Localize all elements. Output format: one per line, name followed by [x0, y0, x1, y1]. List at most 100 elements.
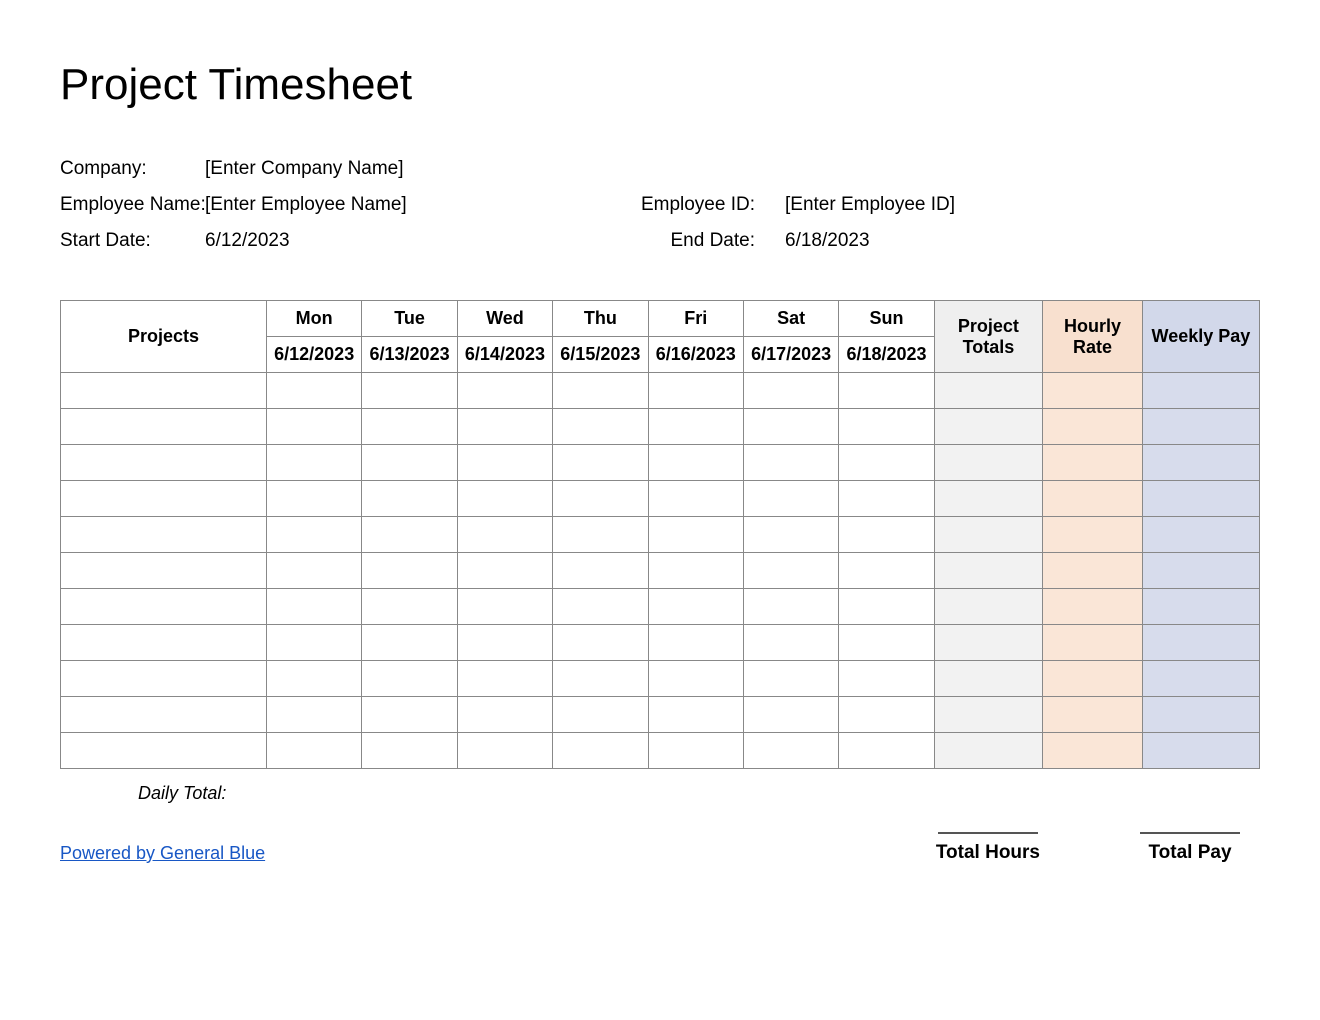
hours-cell[interactable] — [362, 697, 457, 733]
hours-cell[interactable] — [457, 589, 552, 625]
hours-cell[interactable] — [553, 409, 648, 445]
hours-cell[interactable] — [839, 481, 934, 517]
hours-cell[interactable] — [266, 409, 361, 445]
project-name-cell[interactable] — [61, 445, 267, 481]
project-name-cell[interactable] — [61, 589, 267, 625]
hours-cell[interactable] — [553, 697, 648, 733]
hours-cell[interactable] — [553, 625, 648, 661]
hourly-rate-cell[interactable] — [1043, 373, 1143, 409]
project-name-cell[interactable] — [61, 517, 267, 553]
hours-cell[interactable] — [648, 697, 743, 733]
hours-cell[interactable] — [839, 445, 934, 481]
hourly-rate-cell[interactable] — [1043, 445, 1143, 481]
hours-cell[interactable] — [648, 589, 743, 625]
project-name-cell[interactable] — [61, 697, 267, 733]
hourly-rate-cell[interactable] — [1043, 589, 1143, 625]
hours-cell[interactable] — [362, 373, 457, 409]
hours-cell[interactable] — [743, 625, 838, 661]
project-name-cell[interactable] — [61, 625, 267, 661]
hours-cell[interactable] — [266, 481, 361, 517]
hours-cell[interactable] — [362, 625, 457, 661]
hourly-rate-cell[interactable] — [1043, 409, 1143, 445]
project-name-cell[interactable] — [61, 661, 267, 697]
hours-cell[interactable] — [457, 553, 552, 589]
hours-cell[interactable] — [362, 409, 457, 445]
hours-cell[interactable] — [553, 517, 648, 553]
project-name-cell[interactable] — [61, 373, 267, 409]
hours-cell[interactable] — [648, 409, 743, 445]
hours-cell[interactable] — [553, 481, 648, 517]
hours-cell[interactable] — [648, 445, 743, 481]
hours-cell[interactable] — [266, 697, 361, 733]
hourly-rate-cell[interactable] — [1043, 697, 1143, 733]
hourly-rate-cell[interactable] — [1043, 553, 1143, 589]
hours-cell[interactable] — [266, 445, 361, 481]
hours-cell[interactable] — [839, 517, 934, 553]
hours-cell[interactable] — [648, 733, 743, 769]
hours-cell[interactable] — [362, 517, 457, 553]
hours-cell[interactable] — [743, 481, 838, 517]
hours-cell[interactable] — [839, 409, 934, 445]
hourly-rate-cell[interactable] — [1043, 661, 1143, 697]
project-name-cell[interactable] — [61, 553, 267, 589]
hours-cell[interactable] — [266, 625, 361, 661]
hours-cell[interactable] — [266, 589, 361, 625]
hours-cell[interactable] — [648, 517, 743, 553]
hours-cell[interactable] — [743, 553, 838, 589]
hours-cell[interactable] — [457, 409, 552, 445]
hours-cell[interactable] — [266, 733, 361, 769]
hours-cell[interactable] — [457, 517, 552, 553]
hours-cell[interactable] — [839, 589, 934, 625]
hours-cell[interactable] — [362, 481, 457, 517]
hours-cell[interactable] — [648, 553, 743, 589]
hours-cell[interactable] — [457, 625, 552, 661]
hours-cell[interactable] — [743, 661, 838, 697]
hours-cell[interactable] — [743, 445, 838, 481]
hours-cell[interactable] — [553, 661, 648, 697]
hours-cell[interactable] — [648, 661, 743, 697]
hours-cell[interactable] — [266, 661, 361, 697]
hours-cell[interactable] — [553, 589, 648, 625]
hours-cell[interactable] — [743, 733, 838, 769]
hours-cell[interactable] — [839, 733, 934, 769]
hours-cell[interactable] — [457, 445, 552, 481]
project-name-cell[interactable] — [61, 733, 267, 769]
hours-cell[interactable] — [457, 373, 552, 409]
hourly-rate-cell[interactable] — [1043, 625, 1143, 661]
hours-cell[interactable] — [362, 445, 457, 481]
hours-cell[interactable] — [839, 553, 934, 589]
hours-cell[interactable] — [743, 409, 838, 445]
hours-cell[interactable] — [553, 373, 648, 409]
hours-cell[interactable] — [743, 589, 838, 625]
hours-cell[interactable] — [553, 445, 648, 481]
hours-cell[interactable] — [839, 661, 934, 697]
hours-cell[interactable] — [266, 373, 361, 409]
project-name-cell[interactable] — [61, 481, 267, 517]
hours-cell[interactable] — [839, 697, 934, 733]
hours-cell[interactable] — [743, 697, 838, 733]
hours-cell[interactable] — [648, 625, 743, 661]
hours-cell[interactable] — [457, 481, 552, 517]
hours-cell[interactable] — [743, 373, 838, 409]
hours-cell[interactable] — [648, 481, 743, 517]
hours-cell[interactable] — [457, 733, 552, 769]
hours-cell[interactable] — [362, 589, 457, 625]
hours-cell[interactable] — [362, 553, 457, 589]
hours-cell[interactable] — [266, 517, 361, 553]
hours-cell[interactable] — [457, 661, 552, 697]
project-name-cell[interactable] — [61, 409, 267, 445]
hours-cell[interactable] — [362, 661, 457, 697]
hours-cell[interactable] — [839, 373, 934, 409]
hourly-rate-cell[interactable] — [1043, 733, 1143, 769]
hours-cell[interactable] — [266, 553, 361, 589]
hourly-rate-cell[interactable] — [1043, 517, 1143, 553]
hours-cell[interactable] — [648, 373, 743, 409]
hours-cell[interactable] — [362, 733, 457, 769]
hours-cell[interactable] — [553, 733, 648, 769]
hourly-rate-cell[interactable] — [1043, 481, 1143, 517]
hours-cell[interactable] — [743, 517, 838, 553]
hours-cell[interactable] — [553, 553, 648, 589]
hours-cell[interactable] — [839, 625, 934, 661]
powered-link[interactable]: Powered by General Blue — [60, 843, 265, 864]
hours-cell[interactable] — [457, 697, 552, 733]
